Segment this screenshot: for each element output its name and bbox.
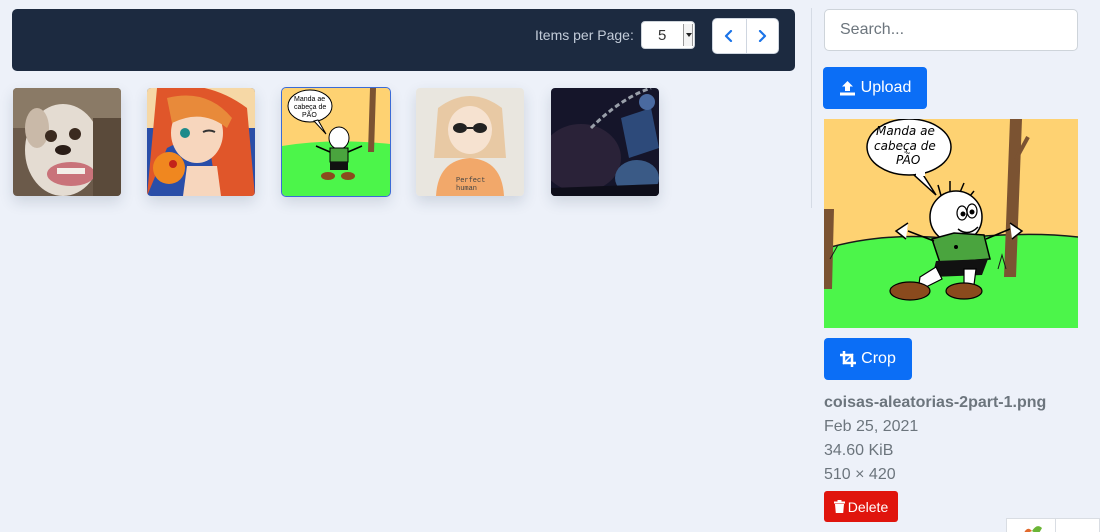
items-per-page-label: Items per Page: xyxy=(535,27,634,43)
dog-image xyxy=(13,88,121,196)
gallery-toolbar: Items per Page: 5 xyxy=(12,9,795,71)
widget-logo-icon xyxy=(1024,526,1042,532)
speech-line-1: Manda ae xyxy=(876,124,935,138)
items-per-page-select[interactable]: 5 xyxy=(641,21,695,49)
upload-label: Upload xyxy=(860,79,912,96)
crop-button[interactable]: Crop xyxy=(824,338,912,380)
speech-line-2: cabeça de xyxy=(874,139,936,153)
speech-line-3: PÃO xyxy=(896,152,920,167)
trash-icon xyxy=(833,500,845,513)
chevron-left-icon xyxy=(725,30,733,42)
media-library: Items per Page: 5 Manda ae cabeça de PÃO… xyxy=(0,0,1100,532)
file-date: Feb 25, 2021 xyxy=(824,418,919,435)
crop-label: Crop xyxy=(861,350,896,367)
file-dimensions: 510 × 420 xyxy=(824,466,896,483)
previous-page-button[interactable] xyxy=(713,19,746,53)
thumbnail-anime-sunglasses[interactable]: Perfect human xyxy=(416,88,524,196)
anime-sunglasses-image: Perfect human xyxy=(416,88,524,196)
file-size: 34.60 KiB xyxy=(824,442,894,459)
next-page-button[interactable] xyxy=(745,19,779,53)
image-preview: Manda ae cabeça de PÃO xyxy=(824,119,1078,328)
thumbnail-cartoon-boy[interactable]: Manda ae cabeça de PÃO xyxy=(281,87,391,197)
crop-icon xyxy=(840,351,857,367)
svg-text:human: human xyxy=(456,185,477,193)
search-input[interactable] xyxy=(824,9,1078,51)
panel-divider xyxy=(811,8,812,208)
svg-text:PÃO: PÃO xyxy=(302,110,317,119)
svg-text:Perfect: Perfect xyxy=(456,177,485,185)
widget-separator xyxy=(1055,519,1056,532)
corner-widget[interactable] xyxy=(1006,518,1100,532)
svg-text:cabeça de: cabeça de xyxy=(294,104,326,111)
thumbnail-dog[interactable] xyxy=(13,88,121,196)
cartoon-boy-image: Manda ae cabeça de PÃO xyxy=(282,88,390,196)
thumbnail-anime-girl[interactable] xyxy=(147,88,255,196)
pagination xyxy=(712,18,779,54)
file-name: coisas-aleatorias-2part-1.png xyxy=(824,394,1047,411)
upload-button[interactable]: Upload xyxy=(823,67,927,109)
svg-text:Manda ae: Manda ae xyxy=(294,96,325,103)
delete-label: Delete xyxy=(847,498,889,515)
cartoon-boy-preview: Manda ae cabeça de PÃO xyxy=(824,119,1078,328)
anime-girl-image xyxy=(147,88,255,196)
dark-fantasy-image xyxy=(551,88,659,196)
thumbnail-dark-fantasy[interactable] xyxy=(551,88,659,196)
chevron-right-icon xyxy=(759,30,767,42)
dropdown-arrow-icon xyxy=(683,24,693,46)
delete-button[interactable]: Delete xyxy=(824,491,898,522)
items-per-page-value: 5 xyxy=(658,27,667,44)
upload-icon xyxy=(839,81,855,96)
